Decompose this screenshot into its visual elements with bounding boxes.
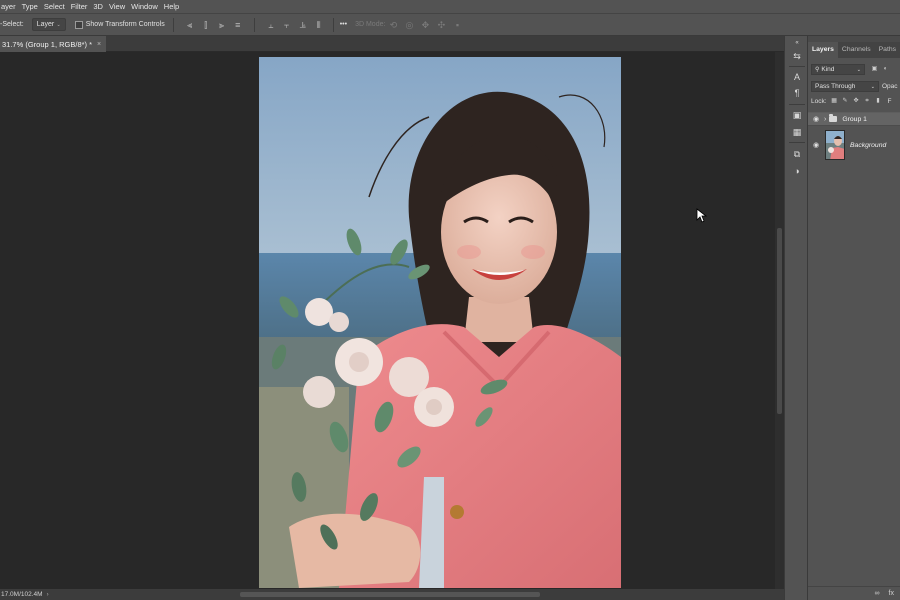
tab-layers[interactable]: Layers: [808, 42, 838, 58]
divider: [172, 17, 174, 32]
lock-position-icon[interactable]: ✥: [853, 98, 860, 105]
opacity-label[interactable]: Opac: [882, 83, 898, 90]
chevron-right-icon[interactable]: ›: [47, 592, 49, 598]
slide-3d-icon[interactable]: ✣: [436, 20, 446, 30]
document-size-status[interactable]: 17.0M/102.4M: [1, 591, 43, 598]
menu-3d[interactable]: 3D: [93, 2, 103, 11]
auto-select-label[interactable]: -Select:: [0, 21, 24, 28]
panel-icon-strip: « ⇆ A ¶ ▣ ▦ ⧉ ◑: [784, 36, 808, 600]
link-layers-icon[interactable]: ∞: [875, 590, 880, 597]
menu-layer[interactable]: ayer: [1, 2, 16, 11]
layers-panel: Layers Channels Paths ⚲ Kind ⌄ ▣ ◐ Pass …: [808, 36, 900, 600]
divider: [789, 104, 805, 105]
document-tab-bar: 31.7% (Group 1, RGB/8*) * ×: [0, 36, 784, 52]
chevron-down-icon: ⌄: [856, 66, 861, 73]
close-icon[interactable]: ×: [97, 41, 101, 48]
layer-row-group-1[interactable]: ◉ › Group 1: [808, 112, 900, 126]
libraries-icon[interactable]: ⧉: [791, 148, 803, 160]
align-left-icon[interactable]: ⫷: [185, 20, 195, 30]
menu-select[interactable]: Select: [44, 2, 65, 11]
lock-row: Lock: ▦ ✎ ✥ ⌗ ▮ F: [811, 98, 892, 105]
divider: [789, 142, 805, 143]
folder-icon: [829, 114, 838, 122]
distribute-horizontal-icon[interactable]: ≡: [233, 20, 243, 30]
eye-icon[interactable]: ◉: [811, 141, 821, 149]
camera-3d-icon[interactable]: ▪: [452, 20, 462, 30]
horizontal-scrollbar-thumb[interactable]: [240, 592, 540, 597]
layer-filter-row: ⚲ Kind ⌄ ▣ ◐: [811, 64, 889, 75]
auto-select-target-dropdown[interactable]: Layer ⌄: [31, 18, 66, 31]
document-canvas-photo[interactable]: [259, 57, 621, 588]
mouse-pointer-icon: [696, 208, 708, 227]
layer-row-background[interactable]: ◉ Background: [808, 128, 900, 162]
divider: [789, 66, 805, 67]
menu-view[interactable]: View: [109, 2, 125, 11]
layer-style-fx-icon[interactable]: fx: [889, 590, 894, 597]
divider: [253, 17, 255, 32]
layer-filter-kind-dropdown[interactable]: ⚲ Kind ⌄: [811, 64, 865, 75]
layer-name[interactable]: Background: [850, 142, 886, 149]
document-tab[interactable]: 31.7% (Group 1, RGB/8*) * ×: [0, 36, 106, 52]
auto-select-target-value: Layer: [36, 21, 55, 28]
menu-window[interactable]: Window: [131, 2, 158, 11]
character-icon[interactable]: A: [791, 71, 803, 83]
options-bar: -Select: Layer ⌄ Show Transform Controls…: [0, 13, 900, 36]
portrait-photo-image: [259, 57, 621, 588]
align-horizontal-center-icon[interactable]: ⫿: [201, 20, 211, 30]
chevron-down-icon: ⌄: [870, 83, 875, 90]
vertical-scrollbar-thumb[interactable]: [777, 228, 782, 414]
layers-panel-footer: ∞ fx: [808, 586, 900, 600]
tab-paths[interactable]: Paths: [875, 42, 900, 58]
fill-label[interactable]: F: [888, 98, 892, 105]
checkbox-box[interactable]: [74, 20, 83, 29]
align-bottom-icon[interactable]: ⫡: [298, 20, 308, 30]
eye-icon[interactable]: ◉: [811, 115, 821, 123]
panel-tabs: Layers Channels Paths: [808, 42, 900, 58]
blend-mode-dropdown[interactable]: Pass Through ⌄: [811, 81, 879, 92]
align-vertical-center-icon[interactable]: ⫟: [282, 20, 292, 30]
lock-label: Lock:: [811, 98, 827, 105]
show-transform-controls-checkbox[interactable]: Show Transform Controls: [74, 20, 165, 29]
document-tab-title: 31.7% (Group 1, RGB/8*) *: [2, 39, 93, 49]
adjustments-icon[interactable]: ◑: [791, 165, 803, 177]
lock-all-icon[interactable]: ▮: [875, 98, 882, 105]
drag-3d-icon[interactable]: ✥: [420, 20, 430, 30]
layer-thumbnail-image: [826, 131, 844, 159]
align-top-icon[interactable]: ⫠: [266, 20, 276, 30]
roll-3d-icon[interactable]: ◎: [404, 20, 414, 30]
layer-filter-kind-value: Kind: [821, 66, 835, 73]
menu-bar: ayer Type Select Filter 3D View Window H…: [0, 0, 900, 13]
menu-type[interactable]: Type: [22, 2, 38, 11]
properties-icon[interactable]: ▣: [791, 109, 803, 121]
chevron-down-icon: ⌄: [56, 21, 61, 28]
orbit-3d-icon[interactable]: ⟲: [388, 20, 398, 30]
show-transform-controls-label: Show Transform Controls: [85, 21, 165, 28]
filter-adjustment-icon[interactable]: ◐: [882, 66, 889, 73]
blend-mode-value: Pass Through: [815, 83, 856, 90]
chevron-right-icon[interactable]: ›: [824, 116, 826, 123]
menu-help[interactable]: Help: [164, 2, 179, 11]
3d-mode-label: 3D Mode:: [355, 21, 386, 28]
layer-name[interactable]: Group 1: [842, 116, 867, 123]
divider: [332, 17, 334, 32]
search-icon: ⚲: [815, 67, 820, 73]
more-options-button[interactable]: •••: [340, 21, 347, 28]
paragraph-icon[interactable]: ¶: [791, 87, 803, 99]
tab-channels[interactable]: Channels: [838, 42, 875, 58]
filter-pixel-icon[interactable]: ▣: [871, 66, 878, 73]
blend-mode-row: Pass Through ⌄ Opac: [811, 81, 898, 92]
swatches-icon[interactable]: ▦: [791, 126, 803, 138]
align-right-icon[interactable]: ⫸: [217, 20, 227, 30]
layer-thumbnail: [825, 130, 845, 160]
lock-transparent-pixels-icon[interactable]: ▦: [831, 98, 838, 105]
distribute-vertical-icon[interactable]: ⦀: [314, 20, 324, 30]
menu-filter[interactable]: Filter: [71, 2, 88, 11]
lock-artboard-icon[interactable]: ⌗: [864, 98, 871, 105]
panel-collapse-icon[interactable]: «: [791, 37, 803, 49]
lock-image-pixels-icon[interactable]: ✎: [842, 98, 849, 105]
history-icon[interactable]: ⇆: [791, 50, 803, 62]
